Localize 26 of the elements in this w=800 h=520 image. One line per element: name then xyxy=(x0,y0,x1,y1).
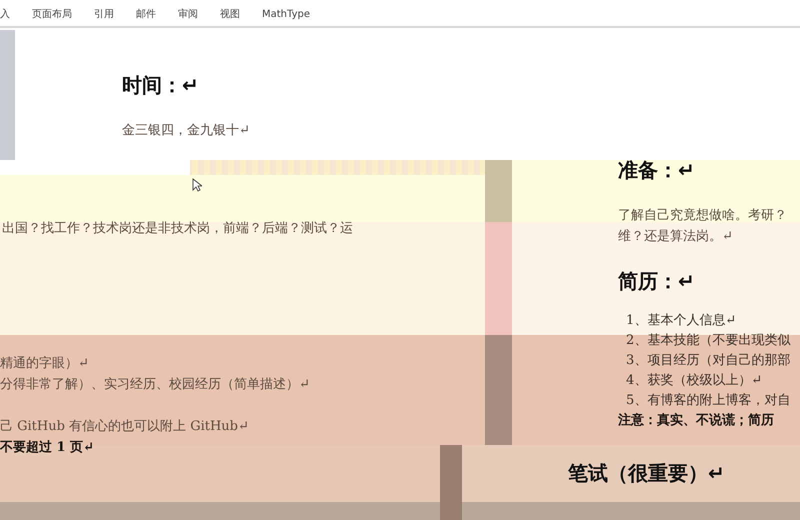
body-text: 精通的字眼）↵ xyxy=(0,355,89,373)
list-item: 5、有博客的附上博客，对自 xyxy=(625,392,790,410)
body-text: 了解自己究竟想做啥。考研？ xyxy=(618,207,787,225)
body-text: 分得非常了解）、实习经历、校园经历（简单描述）↵ xyxy=(0,376,310,394)
list-item: 4、获奖（校级以上）↵ xyxy=(625,372,762,390)
section-heading: 笔试（很重要）↵ xyxy=(568,461,725,485)
list-item: 2、基本技能（不要出现类似 xyxy=(625,332,790,350)
note-text: 注意：真实、不说谎；简历 xyxy=(618,412,774,430)
ribbon-tab[interactable]: MathType xyxy=(251,6,321,22)
ribbon-tab[interactable]: 页面布局 xyxy=(21,6,83,22)
list-item: 1、基本个人信息↵ xyxy=(625,312,736,330)
body-text: 出国？找工作？技术岗还是非技术岗，前端？后端？测试？运 xyxy=(2,220,353,238)
body-text: 金三银四，金九银十↵ xyxy=(122,122,250,140)
note-text: 不要超过 1 页↵ xyxy=(0,439,94,457)
ribbon-tab[interactable]: 审阅 xyxy=(167,6,209,22)
section-heading: 简历：↵ xyxy=(618,269,695,293)
body-text: 己 GitHub 有信心的也可以附上 GitHub↵ xyxy=(0,418,249,436)
body-text: 维？还是算法岗。↵ xyxy=(618,228,733,246)
mouse-pointer-icon xyxy=(192,178,202,192)
section-heading: 准备：↵ xyxy=(618,158,695,182)
list-item: 3、项目经历（对自己的那部 xyxy=(625,352,790,370)
ribbon-tab[interactable]: 引用 xyxy=(83,6,125,22)
ribbon-tab[interactable]: 入 xyxy=(0,6,21,22)
ribbon-tab[interactable]: 视图 xyxy=(209,6,251,22)
section-heading: 时间：↵ xyxy=(122,73,199,97)
ribbon-tab[interactable]: 邮件 xyxy=(125,6,167,22)
